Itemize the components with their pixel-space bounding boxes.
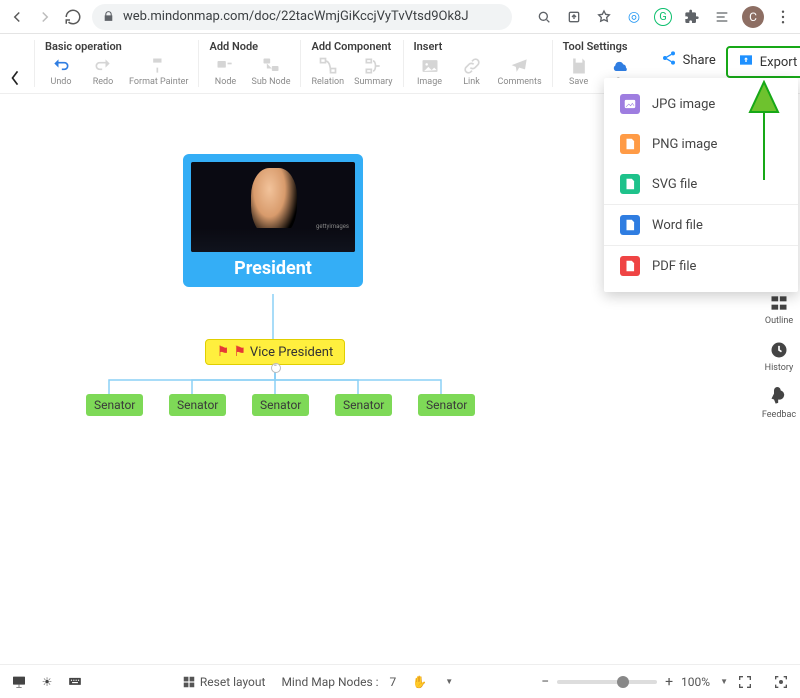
- lock-icon: [102, 10, 115, 23]
- undo-button[interactable]: Undo: [45, 57, 77, 87]
- president-image: gettyimages: [191, 162, 355, 252]
- save-button[interactable]: Save: [563, 57, 595, 87]
- profile-avatar[interactable]: C: [742, 6, 764, 28]
- rail-feedback[interactable]: Feedbac: [762, 387, 796, 420]
- redo-button[interactable]: Redo: [87, 57, 119, 87]
- node-president[interactable]: gettyimages President: [183, 154, 363, 287]
- ext2-icon[interactable]: G: [654, 8, 672, 26]
- app-back-button[interactable]: [10, 58, 20, 98]
- focus-icon[interactable]: [772, 673, 790, 691]
- group-add-component: Add Component Relation Summary: [300, 40, 402, 87]
- hand-tool-icon[interactable]: ✋: [412, 675, 427, 689]
- export-button[interactable]: Export: [726, 46, 800, 78]
- group-label-insert: Insert: [414, 40, 542, 53]
- share-icon-blue: [661, 50, 677, 70]
- summary-button[interactable]: Summary: [354, 57, 392, 87]
- browser-bar: web.mindonmap.com/doc/22tacWmjGiKccjVyTv…: [0, 0, 800, 34]
- relation-button[interactable]: Relation: [311, 57, 344, 87]
- export-icon: [738, 52, 754, 72]
- zoom-thumb[interactable]: [617, 676, 629, 688]
- zoom-out-button[interactable]: −: [541, 674, 549, 690]
- dd-word[interactable]: Word file: [604, 205, 798, 245]
- group-basic: Basic operation Undo Redo Format Painter: [34, 40, 198, 87]
- format-painter-button[interactable]: Format Painter: [129, 57, 188, 87]
- collapse-toggle[interactable]: [271, 363, 281, 373]
- nav-forward-icon[interactable]: [36, 8, 54, 26]
- ext1-icon[interactable]: ◎: [624, 7, 644, 27]
- zoom-percent: 100%: [681, 675, 710, 689]
- bottom-bar: ☀ Reset layout Mind Map Nodes : 7 ✋ ▼ − …: [0, 664, 800, 698]
- zoom-slider[interactable]: [557, 680, 657, 684]
- brightness-icon[interactable]: ☀: [38, 673, 56, 691]
- rail-outline[interactable]: Outline: [765, 293, 793, 326]
- bottom-left: ☀: [10, 673, 94, 691]
- bottom-center: Reset layout Mind Map Nodes : 7 ✋ ▼: [94, 675, 541, 689]
- group-insert: Insert Image Link Comments: [403, 40, 552, 87]
- group-label-basic: Basic operation: [45, 40, 188, 53]
- share-label: Share: [683, 53, 716, 68]
- group-label-addnode: Add Node: [209, 40, 290, 53]
- dd-png[interactable]: PNG image: [604, 124, 798, 164]
- zoom-in-button[interactable]: +: [665, 674, 673, 690]
- group-label-addcomp: Add Component: [311, 40, 392, 53]
- pdf-icon: [620, 256, 640, 276]
- nav-reload-icon[interactable]: [64, 8, 82, 26]
- node-senator-1[interactable]: Senator: [86, 394, 143, 416]
- presentation-icon[interactable]: [10, 673, 28, 691]
- sub-node-button[interactable]: Sub Node: [251, 57, 290, 87]
- browser-right-icons: ◎ G C: [534, 6, 792, 28]
- rail-history[interactable]: History: [765, 340, 794, 373]
- share-icon[interactable]: [564, 7, 584, 27]
- node-senator-3[interactable]: Senator: [252, 394, 309, 416]
- reset-layout-button[interactable]: Reset layout: [182, 675, 266, 689]
- url-text: web.mindonmap.com/doc/22tacWmjGiKccjVyTv…: [123, 9, 469, 24]
- browser-menu-icon[interactable]: [774, 8, 792, 26]
- dd-svg[interactable]: SVG file: [604, 164, 798, 204]
- group-label-tool: Tool Settings: [563, 40, 637, 53]
- node-senator-4[interactable]: Senator: [335, 394, 392, 416]
- insert-link-button[interactable]: Link: [456, 57, 488, 87]
- dd-jpg[interactable]: JPG image: [604, 84, 798, 124]
- dd-pdf[interactable]: PDF file: [604, 246, 798, 286]
- group-add-node: Add Node Node Sub Node: [198, 40, 300, 87]
- insert-comments-button[interactable]: Comments: [498, 57, 542, 87]
- word-icon: [620, 215, 640, 235]
- node-button[interactable]: Node: [209, 57, 241, 87]
- hand-dropdown-icon[interactable]: ▼: [445, 677, 453, 686]
- node-senator-5[interactable]: Senator: [418, 394, 475, 416]
- keyboard-icon[interactable]: [66, 673, 84, 691]
- insert-image-button[interactable]: Image: [414, 57, 446, 87]
- jpg-icon: [620, 94, 640, 114]
- nav-back-icon[interactable]: [8, 8, 26, 26]
- svg-icon: [620, 174, 640, 194]
- png-icon: [620, 134, 640, 154]
- flag-icon-1: ⚑: [217, 344, 230, 360]
- export-dropdown: JPG image PNG image SVG file Word file P…: [604, 78, 798, 292]
- star-icon[interactable]: [594, 7, 614, 27]
- bottom-right: − + 100% ▼: [541, 673, 790, 691]
- vp-label: Vice President: [250, 345, 333, 360]
- fullscreen-icon[interactable]: [736, 673, 754, 691]
- url-bar[interactable]: web.mindonmap.com/doc/22tacWmjGiKccjVyTv…: [92, 4, 512, 30]
- president-label: President: [191, 258, 355, 279]
- node-senator-2[interactable]: Senator: [169, 394, 226, 416]
- export-label: Export: [760, 55, 798, 70]
- nodes-count: Mind Map Nodes : 7: [281, 675, 396, 689]
- flag-icon-2: ⚑: [233, 344, 246, 360]
- reading-list-icon[interactable]: [712, 7, 732, 27]
- search-icon[interactable]: [534, 7, 554, 27]
- zoom-dropdown-icon[interactable]: ▼: [720, 677, 728, 686]
- share-button[interactable]: Share: [661, 50, 716, 70]
- puzzle-icon[interactable]: [682, 7, 702, 27]
